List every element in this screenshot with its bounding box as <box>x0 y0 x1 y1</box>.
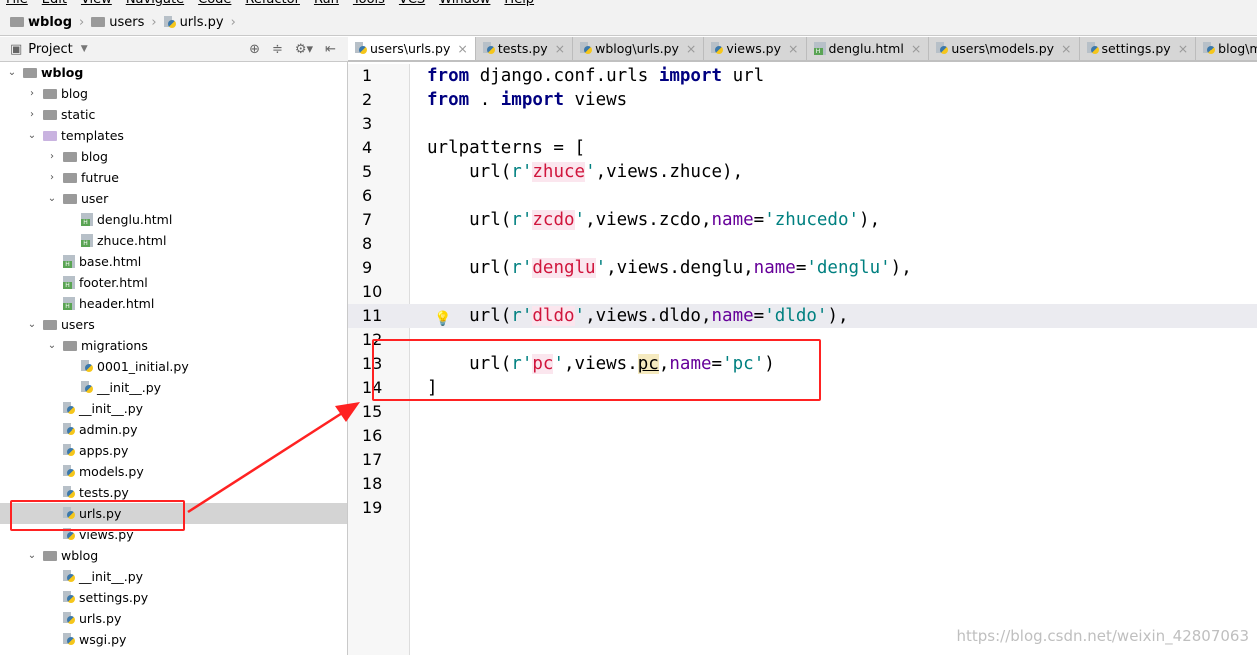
watermark: https://blog.csdn.net/weixin_42807063 <box>956 627 1249 645</box>
annotation-arrow <box>187 402 360 514</box>
